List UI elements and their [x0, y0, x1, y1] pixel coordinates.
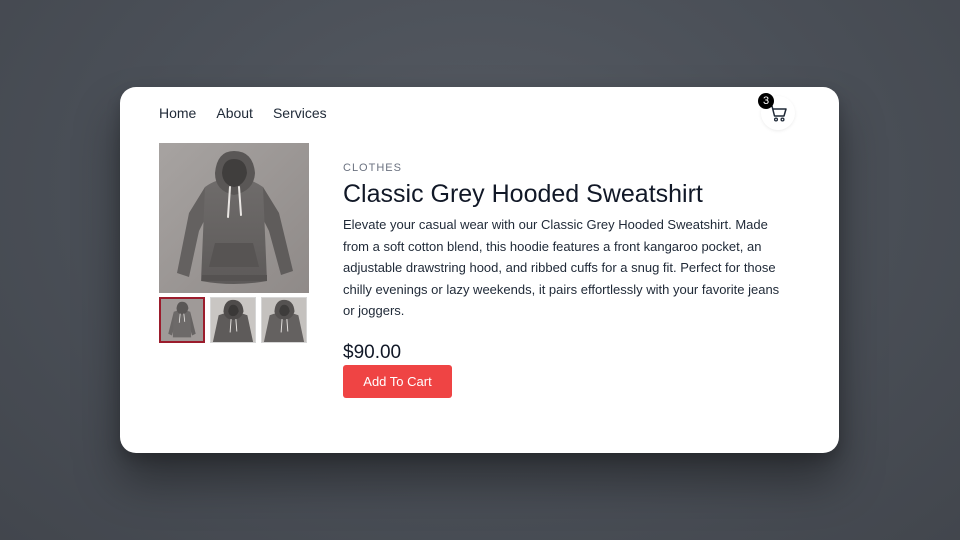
nav-link-home[interactable]: Home [159, 104, 196, 122]
nav-link-services[interactable]: Services [273, 104, 327, 122]
hoodie-thumbnail-image [262, 298, 306, 342]
thumbnail-2[interactable] [210, 297, 256, 343]
thumbnail-gallery [159, 297, 312, 343]
hoodie-photo [159, 143, 309, 293]
product-description: Elevate your casual wear with our Classi… [343, 217, 780, 318]
thumbnail-3[interactable] [261, 297, 307, 343]
product-info: CLOTHES Classic Grey Hooded Sweatshirt E… [343, 161, 793, 398]
cart-count-badge: 3 [758, 93, 774, 109]
product-card: Home About Services 3 CLOTHES Classic Gr… [120, 87, 839, 453]
nav-link-about[interactable]: About [216, 104, 253, 122]
hoodie-thumbnail-image [161, 299, 203, 341]
product-main-image [159, 143, 309, 293]
top-nav: Home About Services [159, 104, 347, 122]
product-category: CLOTHES [343, 162, 402, 174]
product-title: Classic Grey Hooded Sweatshirt [343, 180, 703, 208]
add-to-cart-button[interactable]: Add To Cart [343, 364, 452, 398]
thumbnail-1[interactable] [159, 297, 205, 343]
product-price: $90.00 [343, 341, 402, 363]
hoodie-thumbnail-image [211, 298, 255, 342]
